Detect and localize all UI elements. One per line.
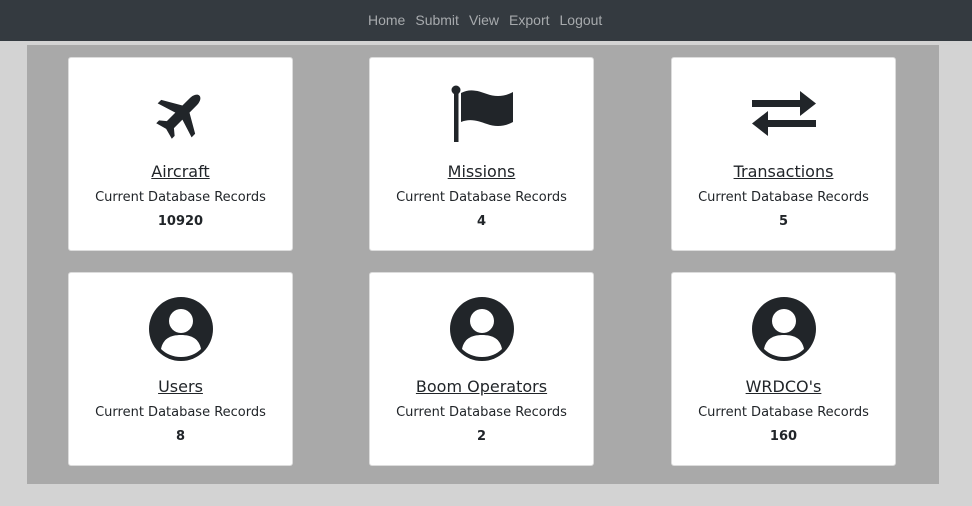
top-navbar: Home Submit View Export Logout [0, 0, 972, 41]
record-count: 8 [175, 429, 186, 444]
card-transactions: Transactions Current Database Records 5 [671, 57, 896, 251]
card-subtitle: Current Database Records [396, 190, 567, 205]
card-title[interactable]: Missions [370, 162, 593, 181]
airplane-icon [145, 82, 217, 146]
record-count: 4 [476, 214, 487, 229]
dashboard-panel: Aircraft Current Database Records 10920 … [27, 45, 939, 484]
card-subtitle: Current Database Records [95, 405, 266, 420]
user-circle-icon [446, 297, 518, 361]
card-title[interactable]: Aircraft [69, 162, 292, 181]
record-count: 10920 [157, 214, 204, 229]
card-title[interactable]: Boom Operators [370, 377, 593, 396]
user-circle-icon [748, 297, 820, 361]
nav-export-link[interactable]: Export [509, 12, 549, 28]
card-subtitle: Current Database Records [698, 405, 869, 420]
nav-submit-link[interactable]: Submit [415, 12, 459, 28]
user-circle-icon [145, 297, 217, 361]
exchange-arrows-icon [748, 82, 820, 146]
nav-logout-link[interactable]: Logout [560, 12, 603, 28]
record-count: 5 [778, 214, 789, 229]
nav-links: Home Submit View Export Logout [368, 12, 612, 28]
card-boom-operators: Boom Operators Current Database Records … [369, 272, 594, 466]
card-wrdcos: WRDCO's Current Database Records 160 [671, 272, 896, 466]
card-missions: Missions Current Database Records 4 [369, 57, 594, 251]
card-title[interactable]: WRDCO's [672, 377, 895, 396]
card-aircraft: Aircraft Current Database Records 10920 [68, 57, 293, 251]
card-subtitle: Current Database Records [396, 405, 567, 420]
card-title[interactable]: Transactions [672, 162, 895, 181]
card-users: Users Current Database Records 8 [68, 272, 293, 466]
nav-home-link[interactable]: Home [368, 12, 405, 28]
record-count: 160 [769, 429, 798, 444]
nav-view-link[interactable]: View [469, 12, 499, 28]
card-subtitle: Current Database Records [698, 190, 869, 205]
card-title[interactable]: Users [69, 377, 292, 396]
flag-icon [446, 82, 518, 146]
card-subtitle: Current Database Records [95, 190, 266, 205]
record-count: 2 [476, 429, 487, 444]
